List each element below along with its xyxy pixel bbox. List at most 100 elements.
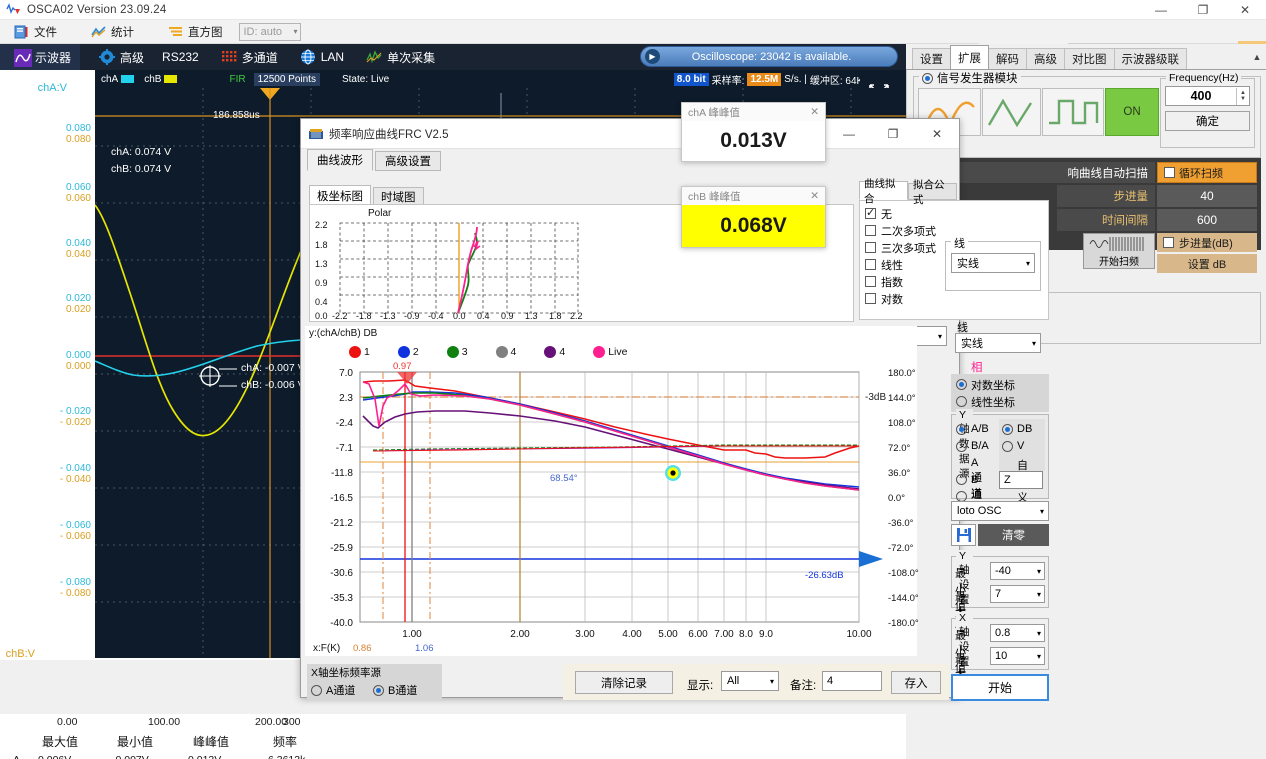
rtab-advanced[interactable]: 高级 bbox=[1026, 48, 1065, 69]
frequency-spinner[interactable]: ▲ ▼ bbox=[1236, 87, 1249, 105]
chevron-down-icon: ▾ bbox=[1025, 258, 1030, 268]
start-sweep-button[interactable]: 开始扫频 bbox=[1083, 233, 1155, 269]
menu-item-histogram[interactable]: 直方图 bbox=[162, 21, 233, 43]
frequency-input[interactable]: 400 ▲ ▼ bbox=[1165, 86, 1250, 106]
fit-option-cubic-checkbox[interactable] bbox=[865, 242, 876, 253]
maximize-button[interactable]: ❐ bbox=[1182, 0, 1224, 20]
popup-chB-peak[interactable]: chB 峰峰值 ✕ 0.068V bbox=[681, 186, 826, 248]
xsrc-b-label: B通道 bbox=[388, 685, 418, 697]
menu-item-file[interactable]: 文件 bbox=[8, 21, 67, 43]
fit-tab-formula[interactable]: 拟合公式 bbox=[908, 179, 957, 206]
display-select[interactable]: All ▾ bbox=[721, 671, 779, 691]
id-select[interactable]: ID: auto ▾ bbox=[238, 22, 301, 41]
frc-save-button[interactable]: 存入 bbox=[891, 671, 941, 694]
linetype-select-2[interactable]: 实线 ▾ bbox=[955, 333, 1041, 353]
linetype-select-1[interactable]: 实线 ▾ bbox=[951, 253, 1035, 273]
frc-tab-advanced[interactable]: 高级设置 bbox=[375, 151, 441, 171]
ysrc-v-radio[interactable] bbox=[1002, 440, 1013, 452]
yaxis-max-input[interactable]: 7 ▾ bbox=[990, 585, 1045, 603]
ysrc-ab-row[interactable]: A/B bbox=[956, 423, 989, 435]
ysrc-db-row[interactable]: DB bbox=[1002, 423, 1032, 435]
frc-tabs: 曲线波形 高级设置 bbox=[307, 149, 443, 171]
xaxis-min-input[interactable]: 0.8 ▾ bbox=[990, 624, 1045, 642]
rtab-compare[interactable]: 对比图 bbox=[1064, 48, 1115, 69]
ysrc-chB-radio[interactable] bbox=[956, 490, 967, 502]
ysrc-ba-radio[interactable] bbox=[956, 440, 967, 452]
fit-option-none[interactable]: 无 bbox=[865, 205, 1043, 222]
frc-minimize-button[interactable]: — bbox=[827, 119, 871, 148]
step-db-toggle[interactable]: 步进量(dB) bbox=[1157, 233, 1257, 252]
popup-chA-peak[interactable]: chA 峰峰值 ✕ 0.013V bbox=[681, 102, 826, 162]
tab-rs232[interactable]: RS232 bbox=[153, 44, 208, 70]
start-button[interactable]: 开始 bbox=[951, 674, 1049, 701]
ysrc-db-radio[interactable] bbox=[1002, 423, 1013, 435]
step-value[interactable]: 40 bbox=[1157, 185, 1257, 207]
xsrc-a-row[interactable]: A通道 bbox=[311, 682, 355, 698]
siggen-radio-row[interactable]: 信号发生器模块 bbox=[919, 70, 1021, 86]
grid-icon bbox=[221, 49, 237, 65]
ysrc-v-row[interactable]: V bbox=[1002, 440, 1024, 452]
fit-option-log-checkbox[interactable] bbox=[865, 293, 876, 304]
fit-option-exp-checkbox[interactable] bbox=[865, 276, 876, 287]
coord-linear-radio[interactable] bbox=[956, 396, 967, 407]
bode-xtick-9: 10.00 bbox=[846, 629, 871, 640]
fit-option-none-checkbox[interactable] bbox=[865, 206, 876, 219]
tab-multichannel[interactable]: 多通道 bbox=[212, 44, 287, 70]
bode-annotation-phase: 68.54° bbox=[550, 473, 578, 484]
xsrc-a-radio[interactable] bbox=[311, 684, 322, 696]
fit-option-log[interactable]: 对数 bbox=[865, 290, 1043, 307]
bode-level-arrow bbox=[859, 551, 883, 567]
triangle-wave-button[interactable] bbox=[982, 88, 1041, 136]
square-wave-button[interactable] bbox=[1042, 88, 1104, 136]
yaxis-min-input[interactable]: -40 ▾ bbox=[990, 562, 1045, 580]
cycle-sweep-toggle[interactable]: 循环扫频 bbox=[1157, 162, 1257, 183]
clear-button[interactable]: 清零 bbox=[978, 524, 1049, 546]
fit-tab-curve[interactable]: 曲线拟合 bbox=[859, 178, 908, 205]
coord-log-radio[interactable] bbox=[956, 379, 967, 390]
siggen-on-button[interactable]: ON bbox=[1105, 88, 1159, 136]
xsrc-b-radio[interactable] bbox=[373, 684, 384, 696]
rtab-cascade[interactable]: 示波器级联 bbox=[1113, 48, 1187, 69]
confirm-button[interactable]: 确定 bbox=[1165, 111, 1250, 131]
set-db-button[interactable]: 设置 dB bbox=[1157, 254, 1257, 273]
frc-close-button[interactable]: ✕ bbox=[915, 119, 959, 148]
xaxis-max-input[interactable]: 10 ▾ bbox=[990, 647, 1045, 665]
frc-tab-curve[interactable]: 曲线波形 bbox=[307, 149, 373, 171]
rtab-decode[interactable]: 解码 bbox=[988, 48, 1027, 69]
fit-option-linear-checkbox[interactable] bbox=[865, 259, 876, 270]
close-button[interactable]: ✕ bbox=[1224, 0, 1266, 20]
minimize-button[interactable]: — bbox=[1140, 0, 1182, 20]
xsrc-b-row[interactable]: B通道 bbox=[373, 682, 417, 698]
table-row[interactable]: A 0.006V -0.007V 0.013V 6.3613k bbox=[0, 752, 906, 759]
right-panel-scroll-up[interactable]: ▲ bbox=[1250, 44, 1264, 70]
rtab-extensions[interactable]: 扩展 bbox=[950, 45, 989, 69]
ysrc-ba-row[interactable]: B/A bbox=[956, 440, 989, 452]
tab-oscilloscope[interactable]: 示波器 bbox=[0, 44, 81, 70]
interval-value[interactable]: 600 bbox=[1157, 209, 1257, 231]
coord-linear-row[interactable]: 线性坐标 bbox=[956, 393, 1049, 410]
bode-chart[interactable]: y:(chA/chB) DB 1 2 3 4 4 Live 7.0 2.3 -2… bbox=[305, 326, 919, 656]
app-logo-icon bbox=[6, 2, 22, 17]
clear-record-button[interactable]: 清除记录 bbox=[575, 671, 673, 694]
tab-lan[interactable]: LAN bbox=[291, 44, 353, 70]
ysrc-ab-radio[interactable] bbox=[956, 423, 967, 435]
rtab-settings[interactable]: 设置 bbox=[912, 48, 951, 69]
ysrc-custom-input[interactable]: Z bbox=[999, 471, 1043, 489]
note-input[interactable]: 4 bbox=[822, 671, 882, 691]
step-db-checkbox[interactable] bbox=[1163, 237, 1174, 248]
popup-chB-close[interactable]: ✕ bbox=[810, 190, 819, 202]
device-select[interactable]: loto OSC ▾ bbox=[951, 501, 1049, 521]
frc-maximize-button[interactable]: ❐ bbox=[871, 119, 915, 148]
start-sweep-label: 开始扫频 bbox=[1099, 256, 1139, 268]
siggen-radio[interactable] bbox=[922, 72, 933, 84]
popup-chA-close[interactable]: ✕ bbox=[810, 106, 819, 118]
fit-option-quad-checkbox[interactable] bbox=[865, 225, 876, 236]
tab-advanced[interactable]: 高级 bbox=[90, 44, 153, 70]
save-button[interactable] bbox=[951, 524, 976, 546]
coord-log-row[interactable]: 对数坐标 bbox=[956, 376, 1049, 393]
cycle-sweep-checkbox[interactable] bbox=[1164, 167, 1175, 178]
y-tick-A-2: 0.040 bbox=[65, 238, 91, 249]
tab-single-capture[interactable]: 单次采集 bbox=[357, 44, 444, 70]
menu-item-statistics[interactable]: 统计 bbox=[85, 21, 144, 43]
frc-subtab-polar[interactable]: 极坐标图 bbox=[309, 185, 371, 206]
